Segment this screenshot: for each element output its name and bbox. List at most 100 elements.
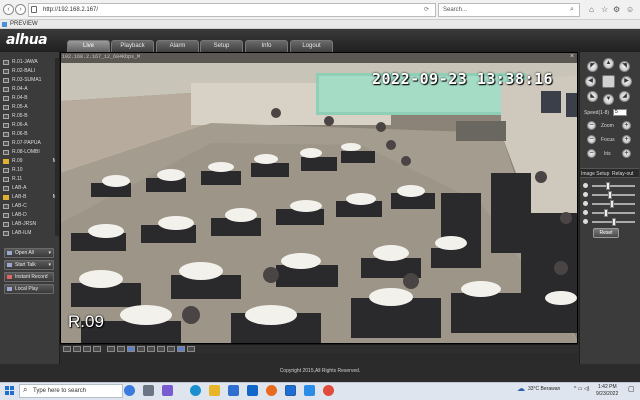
reset-button[interactable]: Reset <box>593 228 619 238</box>
chevron-down-icon[interactable]: ▾ <box>48 261 51 269</box>
favorites-icon[interactable]: ☆ <box>601 5 608 14</box>
camera-item[interactable]: LAB-ILM <box>2 229 58 236</box>
slider-track[interactable] <box>592 194 635 196</box>
taskbar-search-input[interactable]: Type here to search <box>19 384 123 398</box>
layout-9-icon[interactable] <box>83 346 91 352</box>
weather-icon[interactable]: ☁ <box>517 384 525 393</box>
chrome-icon[interactable] <box>323 385 334 396</box>
camera-item[interactable]: R.04-A <box>2 85 58 94</box>
layout-16-icon[interactable] <box>93 346 101 352</box>
fish-eye-icon[interactable] <box>177 346 185 352</box>
slider-knob[interactable] <box>605 182 610 190</box>
camera-item[interactable]: R.03-SUMA1 <box>2 76 58 85</box>
camera-item[interactable]: LAB-BM <box>2 193 58 202</box>
camera-item[interactable]: R.07-PAPUA <box>2 139 58 148</box>
relay-out-tab[interactable]: Relay-out <box>612 171 633 177</box>
camera-item[interactable]: R.05-B <box>2 112 58 121</box>
ptz-up-left-icon[interactable]: ◤ <box>587 61 598 72</box>
camera-item[interactable]: LAB-JRSN <box>2 220 58 229</box>
image-setting-slider[interactable] <box>583 191 637 199</box>
task-view-icon[interactable] <box>143 385 154 396</box>
firefox-icon[interactable] <box>266 385 277 396</box>
back-button[interactable]: ‹ <box>3 4 14 15</box>
zoom-in-button[interactable]: + <box>622 121 631 130</box>
ptz-up-icon[interactable]: ▲ <box>603 58 614 69</box>
iris-out-button[interactable]: − <box>587 149 596 158</box>
settings-gear-icon[interactable]: ⚙ <box>613 5 620 14</box>
ratio-icon[interactable] <box>107 346 115 352</box>
stream-settings-icon[interactable] <box>167 346 175 352</box>
image-setting-slider[interactable] <box>583 209 637 217</box>
mail-icon[interactable] <box>247 385 258 396</box>
cortana-icon[interactable] <box>124 385 135 396</box>
image-setting-slider[interactable] <box>583 200 637 208</box>
address-bar[interactable]: http://192.168.2.167/ <box>28 3 436 17</box>
tab-setup[interactable]: Setup <box>200 40 243 52</box>
focus-out-button[interactable]: − <box>587 135 596 144</box>
ptz-up-right-icon[interactable]: ◥ <box>619 61 630 72</box>
local-play-button[interactable]: Local Play <box>4 284 54 294</box>
forward-button[interactable]: › <box>15 4 26 15</box>
camera-item[interactable]: R.11 <box>2 175 58 184</box>
slider-knob[interactable] <box>603 209 608 217</box>
zoom-icon[interactable] <box>147 346 155 352</box>
close-stream-icon[interactable]: × <box>570 53 574 60</box>
camera-item[interactable]: R.02-BALI <box>2 67 58 76</box>
teams-icon[interactable] <box>162 385 173 396</box>
speed-select[interactable]: 5 <box>613 109 627 116</box>
tab-playback[interactable]: Playback <box>111 40 154 52</box>
layout-4-icon[interactable] <box>73 346 81 352</box>
clock-time[interactable]: 1:42 PM <box>598 384 617 390</box>
store-icon[interactable] <box>228 385 239 396</box>
camera-item[interactable]: R.10 <box>2 166 58 175</box>
ptz-down-icon[interactable]: ▼ <box>603 94 614 105</box>
file-explorer-icon[interactable] <box>209 385 220 396</box>
ptz-center-icon[interactable] <box>602 75 615 88</box>
slider-knob[interactable] <box>611 218 616 226</box>
camera-item[interactable]: R.06-B <box>2 130 58 139</box>
notifications-icon[interactable]: ▢ <box>628 385 635 393</box>
image-setting-slider[interactable] <box>583 218 637 226</box>
zoom-out-button[interactable]: − <box>587 121 596 130</box>
camera-item[interactable]: LAB-D <box>2 211 58 220</box>
camera-item[interactable]: R.04-B <box>2 94 58 103</box>
tab-logout[interactable]: Logout <box>290 40 333 52</box>
browser-tab-preview[interactable]: PREVIEW <box>2 21 38 27</box>
home-icon[interactable]: ⌂ <box>589 5 594 14</box>
chevron-down-icon[interactable]: ▾ <box>48 249 51 257</box>
focus-in-button[interactable]: + <box>622 135 631 144</box>
live-video-view[interactable] <box>60 52 578 344</box>
slider-knob[interactable] <box>609 200 614 208</box>
camera-item[interactable]: LAB-A <box>2 184 58 193</box>
ptz-down-left-icon[interactable]: ◣ <box>587 91 598 102</box>
camera-item[interactable]: LAB-C <box>2 202 58 211</box>
camera-item[interactable]: R.08-LOMBI <box>2 148 58 157</box>
tray-icons[interactable]: ^ ▭ ◁) <box>574 386 589 392</box>
slider-track[interactable] <box>592 212 635 214</box>
slider-knob[interactable] <box>607 191 612 199</box>
audio-icon[interactable] <box>157 346 165 352</box>
clock-date[interactable]: 9/23/2022 <box>596 391 618 397</box>
ptz-left-icon[interactable]: ◀ <box>585 76 596 87</box>
windows-start-icon[interactable] <box>5 386 14 395</box>
slider-track[interactable] <box>592 185 635 187</box>
browser-search-input[interactable]: Search... <box>438 3 580 17</box>
sync-icon[interactable] <box>187 346 195 352</box>
tab-alarm[interactable]: Alarm <box>156 40 199 52</box>
fullscreen-icon[interactable] <box>117 346 125 352</box>
image-setup-tab[interactable]: Image Setup <box>581 171 609 177</box>
record-icon[interactable] <box>137 346 145 352</box>
refresh-icon[interactable]: ⟳ <box>424 6 429 13</box>
camera-list-scrollbar[interactable] <box>55 58 59 236</box>
open-all-button[interactable]: Open All ▾ <box>4 248 54 258</box>
ptz-down-right-icon[interactable]: ◢ <box>619 91 630 102</box>
camera-item[interactable]: R.06-A <box>2 121 58 130</box>
start-talk-button[interactable]: Start Talk ▾ <box>4 260 54 270</box>
snapshot-icon[interactable] <box>127 346 135 352</box>
feedback-icon[interactable]: ☺ <box>626 5 634 14</box>
edge-icon[interactable] <box>190 385 201 396</box>
search-icon[interactable]: ⌕ <box>570 6 574 14</box>
internet-explorer-icon[interactable] <box>285 385 296 396</box>
camera-item[interactable]: R.01-JAWA <box>2 58 58 67</box>
instant-record-button[interactable]: Instant Record <box>4 272 54 282</box>
